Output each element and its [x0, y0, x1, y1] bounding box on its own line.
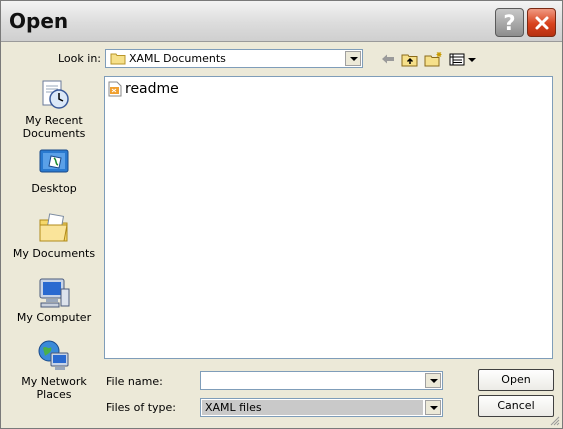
view-menu-button[interactable]: [448, 50, 478, 68]
chevron-down-icon[interactable]: [425, 373, 441, 388]
xaml-file-icon: [108, 81, 122, 97]
help-icon: ?: [503, 10, 516, 35]
chevron-down-icon[interactable]: [425, 400, 441, 415]
places-desktop[interactable]: Desktop: [7, 146, 101, 195]
list-item[interactable]: readme: [108, 81, 179, 97]
title-bar[interactable]: Open ?: [1, 1, 562, 42]
new-folder-icon: [424, 52, 442, 67]
view-menu-icon: [449, 53, 476, 66]
file-list[interactable]: readme: [104, 76, 553, 359]
places-label: Documents: [22, 127, 86, 140]
my-documents-icon: [39, 213, 68, 242]
files-of-type-value: XAML files: [205, 401, 262, 414]
help-button[interactable]: ?: [495, 8, 524, 37]
places-label: My Network: [21, 375, 87, 388]
places-label: My Recent: [25, 114, 83, 127]
places-label: My Documents: [12, 247, 96, 260]
file-name-field[interactable]: [200, 371, 443, 390]
resize-grip-icon[interactable]: [549, 415, 560, 426]
places-label: My Computer: [16, 311, 92, 324]
places-bar: My Recent Documents Desktop My Documents…: [7, 74, 101, 414]
file-name-label: File name:: [106, 375, 163, 388]
up-one-level-button[interactable]: [400, 50, 420, 68]
my-computer-icon: [39, 278, 70, 308]
back-arrow-icon: [382, 54, 394, 64]
file-name: readme: [125, 81, 179, 97]
cancel-button[interactable]: Cancel: [478, 395, 554, 417]
desktop-icon: [39, 149, 69, 173]
close-button[interactable]: [527, 8, 556, 37]
look-in-dropdown[interactable]: XAML Documents: [105, 49, 363, 68]
open-dialog: Open ? Look in: XAML Documents My Recent…: [0, 0, 563, 429]
look-in-label: Look in:: [58, 52, 101, 65]
close-icon: [535, 16, 548, 29]
up-folder-icon: [401, 54, 418, 66]
dialog-title: Open: [9, 9, 69, 33]
chevron-down-icon[interactable]: [345, 51, 361, 66]
look-in-value: XAML Documents: [129, 52, 226, 65]
back-button[interactable]: [379, 50, 397, 68]
recent-documents-icon: [42, 80, 69, 109]
places-label: Desktop: [31, 182, 77, 195]
places-label: Places: [36, 388, 72, 401]
create-new-folder-button[interactable]: [423, 50, 445, 68]
folder-icon: [110, 53, 126, 65]
my-network-places-icon: [38, 340, 69, 370]
open-button[interactable]: Open: [478, 369, 554, 391]
places-recent-documents[interactable]: My Recent Documents: [7, 78, 101, 140]
places-my-documents[interactable]: My Documents: [7, 211, 101, 260]
files-of-type-label: Files of type:: [106, 401, 177, 414]
places-my-network-places[interactable]: My Network Places: [7, 339, 101, 401]
places-my-computer[interactable]: My Computer: [7, 275, 101, 324]
files-of-type-dropdown[interactable]: XAML files: [200, 398, 443, 417]
